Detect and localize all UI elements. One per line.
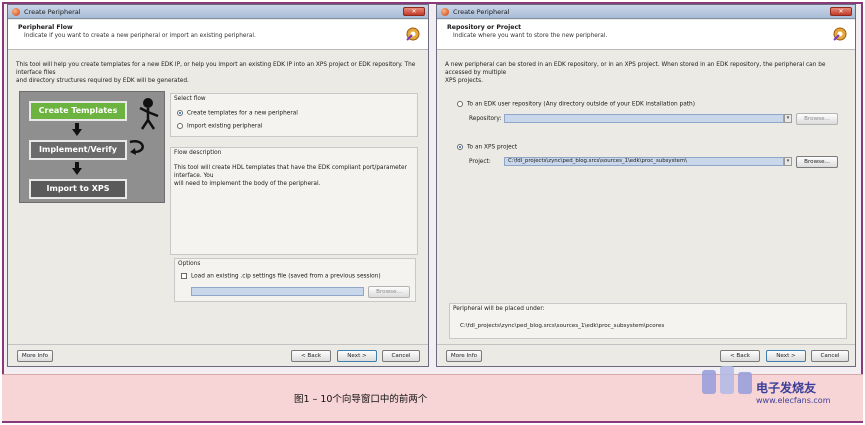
figure-caption: 图1 – 10个向导窗口中的前两个 [294, 394, 428, 405]
radio-icon[interactable] [177, 123, 183, 129]
wizard-gear-icon [406, 27, 420, 41]
radio-create-templates[interactable]: Create templates for a new peripheral [177, 110, 298, 117]
down-arrow-icon [72, 123, 82, 136]
page-title: Repository or Project [447, 24, 522, 31]
placement-title: Peripheral will be placed under: [453, 306, 545, 312]
app-icon [441, 8, 449, 16]
window-titlebar[interactable]: Create Peripheral ✕ [437, 5, 855, 19]
flow-description-title: Flow description [174, 150, 222, 156]
watermark: 电子发烧友 www.elecfans.com [700, 360, 860, 420]
app-icon [12, 8, 20, 16]
figure-icon [139, 98, 159, 130]
select-flow-title: Select flow [174, 96, 206, 102]
page-subtitle: Indicate if you want to create a new per… [24, 33, 256, 39]
chevron-down-icon[interactable]: ▾ [784, 114, 792, 123]
repository-label: Repository: [469, 116, 502, 122]
repository-browse-button[interactable]: Browse... [796, 113, 838, 125]
watermark-brand: 电子发烧友 [756, 381, 817, 395]
flow-step-import: Import to XPS [29, 179, 127, 199]
wizard-header: Repository or Project Indicate where you… [437, 20, 855, 50]
page-subtitle: Indicate where you want to store the new… [453, 33, 608, 39]
next-button[interactable]: Next > [337, 350, 377, 362]
divider [437, 344, 855, 345]
window-titlebar[interactable]: Create Peripheral ✕ [8, 5, 428, 19]
watermark-url: www.elecfans.com [756, 396, 831, 405]
repository-window: Create Peripheral ✕ Repository or Projec… [436, 4, 856, 367]
radio-import-existing[interactable]: Import existing peripheral [177, 123, 262, 130]
flow-diagram: Create Templates Implement/Verify Import… [19, 91, 165, 203]
select-flow-group: Select flow Create templates for a new p… [170, 93, 418, 137]
checkbox-icon[interactable] [181, 273, 187, 279]
flow-step-create: Create Templates [29, 101, 127, 121]
cancel-button[interactable]: Cancel [382, 350, 420, 362]
placement-path: C:\fdl_projects\zync\ped_blog.srcs\sourc… [460, 323, 665, 329]
intro-text: This tool will help you create templates… [16, 62, 416, 84]
radio-xps-project[interactable]: To an XPS project [457, 144, 517, 151]
divider [8, 344, 428, 345]
peripheral-flow-window: Create Peripheral ✕ Peripheral Flow Indi… [7, 4, 429, 367]
window-title: Create Peripheral [24, 8, 81, 16]
close-icon[interactable]: ✕ [830, 7, 852, 16]
options-title: Options [178, 261, 201, 267]
radio-edk-repository[interactable]: To an EDK user repository (Any directory… [457, 101, 695, 108]
load-cip-checkbox[interactable]: Load an existing .cip settings file (sav… [181, 273, 381, 280]
wizard-header: Peripheral Flow Indicate if you want to … [8, 20, 428, 50]
repository-input[interactable] [504, 114, 784, 123]
more-info-button[interactable]: More Info [17, 350, 53, 362]
options-group: Options Load an existing .cip settings f… [174, 258, 416, 302]
cip-file-input[interactable] [191, 287, 364, 296]
cip-browse-button[interactable]: Browse... [368, 286, 410, 298]
flow-description-group: Flow description This tool will create H… [170, 147, 418, 255]
flow-step-implement: Implement/Verify [29, 140, 127, 160]
wizard-gear-icon [833, 27, 847, 41]
down-arrow-icon [72, 162, 82, 175]
watermark-logo-icon [702, 366, 752, 394]
loop-arrow-icon [129, 140, 144, 155]
project-label: Project: [469, 159, 491, 165]
more-info-button[interactable]: More Info [446, 350, 482, 362]
radio-selected-icon[interactable] [457, 144, 463, 150]
radio-icon[interactable] [457, 101, 463, 107]
project-input[interactable]: C:\fdl_projects\zync\ped_blog.srcs\sourc… [504, 157, 784, 166]
intro-text: A new peripheral can be stored in an EDK… [445, 62, 826, 84]
window-title: Create Peripheral [453, 8, 510, 16]
project-browse-button[interactable]: Browse... [796, 156, 838, 168]
page-title: Peripheral Flow [18, 24, 73, 31]
radio-selected-icon[interactable] [177, 110, 183, 116]
placement-group: Peripheral will be placed under: C:\fdl_… [449, 303, 847, 339]
chevron-down-icon[interactable]: ▾ [784, 157, 792, 166]
flow-description-text: This tool will create HDL templates that… [174, 165, 407, 187]
back-button[interactable]: < Back [291, 350, 331, 362]
close-icon[interactable]: ✕ [403, 7, 425, 16]
